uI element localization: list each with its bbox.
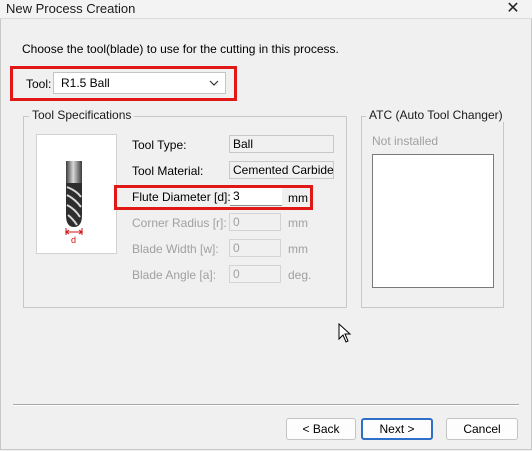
tool-type-value: Ball (229, 135, 334, 153)
footer-separator (13, 404, 519, 406)
corner-radius-unit: mm (288, 216, 308, 230)
diameter-label: d (71, 235, 76, 245)
atc-legend: ATC (Auto Tool Changer) (366, 108, 506, 122)
mouse-cursor-icon (338, 323, 352, 343)
blade-width-label: Blade Width [w]: (132, 242, 219, 256)
flute-diameter-label: Flute Diameter [d]: (132, 190, 231, 204)
blade-width-unit: mm (288, 242, 308, 256)
tool-dropdown[interactable]: R1.5 Ball (53, 72, 226, 94)
atc-list (372, 154, 494, 288)
back-button[interactable]: < Back (286, 418, 356, 440)
atc-status-text: Not installed (372, 134, 439, 148)
tool-specifications-legend: Tool Specifications (29, 108, 135, 122)
tool-material-label: Tool Material: (132, 164, 204, 178)
blade-angle-unit: deg. (288, 268, 312, 282)
tool-dropdown-value: R1.5 Ball (61, 76, 110, 90)
tool-label: Tool: (26, 77, 52, 91)
tool-image: d (36, 134, 117, 254)
cancel-button[interactable]: Cancel (446, 418, 518, 440)
tool-type-label: Tool Type: (132, 138, 187, 152)
blade-angle-input[interactable]: 0 (229, 265, 281, 283)
close-button[interactable]: ✕ (494, 0, 532, 18)
blade-angle-label: Blade Angle [a]: (132, 268, 217, 282)
flute-diameter-unit: mm (288, 191, 308, 205)
next-button[interactable]: Next > (361, 418, 433, 440)
corner-radius-input[interactable]: 0 (229, 213, 281, 231)
instruction-text: Choose the tool(blade) to use for the cu… (22, 42, 339, 56)
blade-width-input[interactable]: 0 (229, 239, 281, 257)
tool-material-value: Cemented Carbide (229, 161, 334, 179)
chevron-down-icon (209, 80, 219, 86)
ball-end-mill-icon: d (65, 161, 83, 245)
corner-radius-label: Corner Radius [r]: (132, 216, 227, 230)
flute-diameter-input[interactable]: 3 (230, 188, 282, 206)
window-title: New Process Creation (6, 1, 136, 16)
